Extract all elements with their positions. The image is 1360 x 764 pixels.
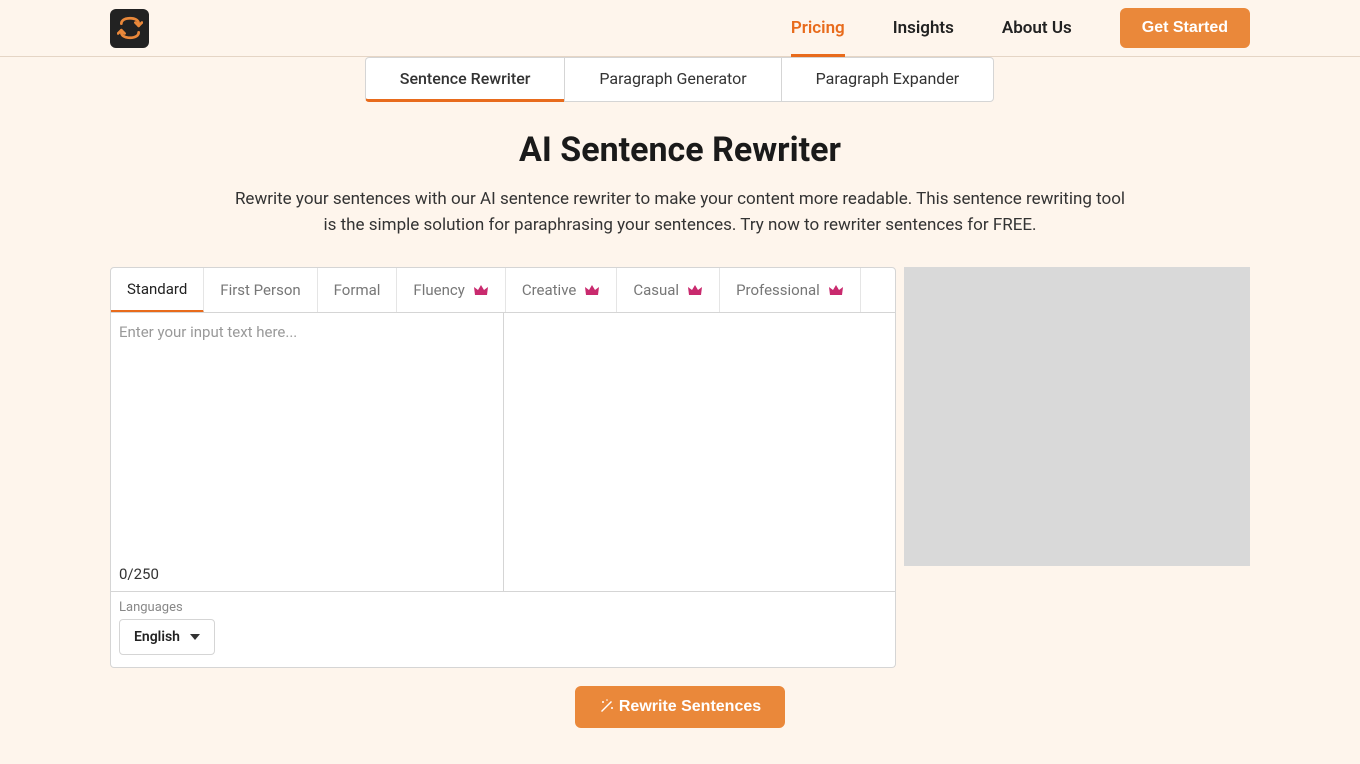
page-title: AI Sentence Rewriter: [110, 130, 1250, 170]
mode-tab-standard[interactable]: Standard: [111, 268, 204, 313]
magic-wand-icon: [599, 699, 615, 715]
mode-tab-casual[interactable]: Casual: [617, 268, 720, 312]
action-row: Rewrite Sentences: [110, 686, 1250, 728]
mode-tabs: Standard First Person Formal Fluency Cre…: [110, 267, 896, 313]
mode-tab-label: Creative: [522, 281, 577, 299]
tool-tab-sentence-rewriter[interactable]: Sentence Rewriter: [365, 57, 566, 102]
crown-icon: [473, 283, 489, 297]
language-selected: English: [134, 629, 180, 645]
language-section: Languages English: [110, 592, 896, 668]
header: Pricing Insights About Us Get Started: [0, 0, 1360, 57]
text-panels: 0/250: [110, 313, 896, 592]
rewrite-button-label: Rewrite Sentences: [619, 698, 761, 716]
nav-link-pricing[interactable]: Pricing: [791, 18, 845, 57]
input-panel: 0/250: [111, 313, 504, 591]
crown-icon: [687, 283, 703, 297]
mode-tab-fluency[interactable]: Fluency: [397, 268, 505, 312]
input-textarea[interactable]: [119, 323, 495, 565]
mode-tab-professional[interactable]: Professional: [720, 268, 861, 312]
mode-tab-label: Standard: [127, 280, 187, 298]
mode-tab-first-person[interactable]: First Person: [204, 268, 317, 312]
mode-tab-label: Formal: [334, 281, 381, 299]
mode-tab-formal[interactable]: Formal: [318, 268, 398, 312]
page-description: Rewrite your sentences with our AI sente…: [230, 186, 1130, 239]
nav-link-about[interactable]: About Us: [1002, 18, 1072, 38]
caret-down-icon: [190, 633, 200, 641]
mode-tab-label: Casual: [633, 281, 679, 299]
tool-tab-paragraph-expander[interactable]: Paragraph Expander: [781, 57, 995, 102]
crown-icon: [584, 283, 600, 297]
rewrite-button[interactable]: Rewrite Sentences: [575, 686, 785, 728]
refresh-swap-icon: [117, 15, 143, 41]
char-count: 0/250: [119, 565, 495, 583]
left-panel: Standard First Person Formal Fluency Cre…: [110, 267, 896, 668]
output-panel: [504, 313, 896, 591]
nav: Pricing Insights About Us Get Started: [791, 8, 1250, 48]
tool-tabs: Sentence Rewriter Paragraph Generator Pa…: [110, 57, 1250, 102]
mode-tab-label: First Person: [220, 281, 300, 299]
main-content: Sentence Rewriter Paragraph Generator Pa…: [0, 57, 1360, 728]
language-label: Languages: [119, 600, 887, 615]
workspace: Standard First Person Formal Fluency Cre…: [110, 267, 1250, 668]
mode-tab-label: Professional: [736, 281, 820, 299]
mode-tab-label: Fluency: [413, 281, 464, 299]
tool-tab-paragraph-generator[interactable]: Paragraph Generator: [564, 57, 781, 102]
mode-tab-creative[interactable]: Creative: [506, 268, 618, 312]
ad-placeholder: [904, 267, 1250, 566]
crown-icon: [828, 283, 844, 297]
get-started-button[interactable]: Get Started: [1120, 8, 1250, 48]
language-select[interactable]: English: [119, 619, 215, 655]
nav-link-insights[interactable]: Insights: [893, 18, 954, 38]
logo[interactable]: [110, 9, 149, 48]
